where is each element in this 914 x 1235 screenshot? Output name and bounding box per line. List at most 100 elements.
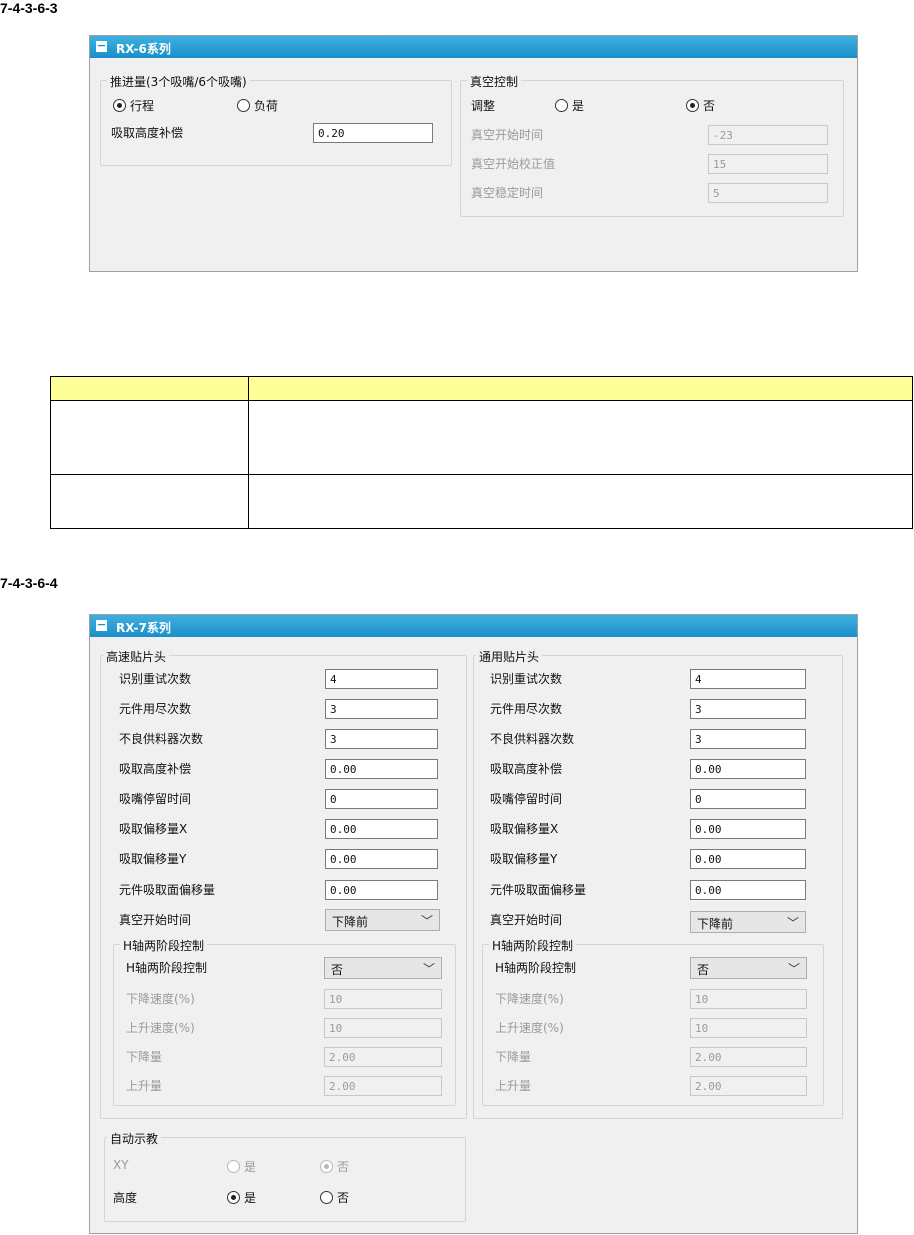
parts-empty-count-input[interactable]: 3	[690, 699, 806, 719]
vacuum-stable-time-input: 5	[708, 183, 828, 203]
h-axis-group: H轴两阶段控制 H轴两阶段控制 否 ﹀ 下降速度(%) 10 上升速度(%) 1…	[482, 937, 824, 1106]
parts-empty-count-label: 元件用尽次数	[490, 702, 563, 716]
bad-feeder-count-input[interactable]: 3	[325, 729, 438, 749]
panel-title: RX-7系列	[116, 621, 171, 635]
up-amount-label: 上升量	[126, 1079, 163, 1093]
bad-feeder-count-label: 不良供料器次数	[119, 732, 204, 746]
down-speed-input: 10	[324, 989, 442, 1009]
radio-checked-icon	[113, 99, 126, 112]
h-axis-control-label: H轴两阶段控制	[126, 961, 208, 975]
down-amount-label: 下降量	[126, 1050, 163, 1064]
up-speed-input: 10	[690, 1018, 807, 1038]
chevron-down-icon: ﹀	[787, 962, 800, 976]
auto-teach-group: 自动示教 XY 是 否 高度 是 否	[104, 1130, 466, 1222]
table-cell	[50, 400, 249, 475]
nozzle-dwell-time-label: 吸嘴停留时间	[119, 792, 192, 806]
pickup-surface-offset-input[interactable]: 0.00	[325, 880, 438, 900]
adjust-label: 调整	[471, 99, 496, 113]
down-speed-label: 下降速度(%)	[126, 992, 195, 1006]
load-radio[interactable]: 负荷	[237, 97, 278, 114]
xy-yes-radio: 是	[227, 1158, 256, 1175]
radio-unchecked-icon	[555, 99, 568, 112]
adjust-no-radio[interactable]: 否	[686, 97, 715, 114]
definition-table	[50, 376, 913, 529]
rx7-settings-panel: − RX-7系列 高速贴片头 识别重试次数 4 元件用尽次数 3 不良供料器次数…	[89, 614, 858, 1234]
adjust-yes-radio[interactable]: 是	[555, 97, 584, 114]
vacuum-start-time-label: 真空开始时间	[119, 913, 192, 927]
vacuum-control-group: 真空控制 调整 是 否 真空开始时间 -23 真空开始校正值 15 真空稳定时间…	[460, 73, 844, 217]
stroke-radio[interactable]: 行程	[113, 97, 154, 114]
section-number-2: 7-4-3-6-4	[0, 575, 58, 591]
chevron-down-icon: ﹀	[786, 916, 799, 930]
parts-empty-count-input[interactable]: 3	[325, 699, 438, 719]
radio-checked-icon	[227, 1191, 240, 1204]
h-axis-control-select[interactable]: 否 ﹀	[690, 957, 807, 979]
down-amount-label: 下降量	[495, 1050, 532, 1064]
table-row	[50, 474, 913, 529]
nozzle-dwell-time-label: 吸嘴停留时间	[490, 792, 563, 806]
retry-count-input[interactable]: 4	[325, 669, 438, 689]
pickup-offset-y-input[interactable]: 0.00	[325, 849, 438, 869]
high-speed-head-title: 高速贴片头	[103, 648, 170, 665]
auto-teach-title: 自动示教	[107, 1130, 162, 1147]
pickup-offset-x-input[interactable]: 0.00	[690, 819, 806, 839]
up-speed-label: 上升速度(%)	[126, 1021, 195, 1035]
pickup-surface-offset-label: 元件吸取面偏移量	[119, 883, 216, 897]
rx6-settings-panel: − RX-6系列 推进量(3个吸嘴/6个吸嘴) 行程 负荷 吸取高度补偿 0.2…	[89, 35, 858, 272]
collapse-icon[interactable]: −	[96, 619, 107, 631]
radio-unchecked-icon	[227, 1160, 240, 1173]
pickup-height-comp-label: 吸取高度补偿	[490, 762, 563, 776]
pickup-offset-y-label: 吸取偏移量Y	[490, 852, 558, 866]
vacuum-start-time-select[interactable]: 下降前 ﹀	[690, 911, 806, 933]
vacuum-start-correction-label: 真空开始校正值	[471, 157, 556, 171]
vacuum-start-time-select[interactable]: 下降前 ﹀	[325, 909, 440, 931]
pickup-surface-offset-input[interactable]: 0.00	[690, 880, 806, 900]
h-axis-control-label: H轴两阶段控制	[495, 961, 577, 975]
nozzle-dwell-time-input[interactable]: 0	[690, 789, 806, 809]
vacuum-start-time-label: 真空开始时间	[490, 913, 563, 927]
panel-title: RX-6系列	[116, 42, 171, 56]
panel-titlebar: − RX-6系列	[90, 36, 857, 58]
panel-titlebar: − RX-7系列	[90, 615, 857, 637]
collapse-icon[interactable]: −	[96, 40, 107, 52]
general-head-title: 通用贴片头	[476, 648, 543, 665]
radio-unchecked-icon	[237, 99, 250, 112]
retry-count-input[interactable]: 4	[690, 669, 806, 689]
table-header-cell	[50, 376, 249, 401]
table-cell	[50, 474, 249, 529]
radio-checked-icon	[320, 1160, 333, 1173]
h-axis-control-select[interactable]: 否 ﹀	[324, 957, 442, 979]
up-speed-label: 上升速度(%)	[495, 1021, 564, 1035]
bad-feeder-count-input[interactable]: 3	[690, 729, 806, 749]
up-speed-input: 10	[324, 1018, 442, 1038]
pickup-offset-x-input[interactable]: 0.00	[325, 819, 438, 839]
height-yes-radio[interactable]: 是	[227, 1189, 256, 1206]
radio-checked-icon	[686, 99, 699, 112]
h-axis-group: H轴两阶段控制 H轴两阶段控制 否 ﹀ 下降速度(%) 10 上升速度(%) 1…	[113, 937, 456, 1106]
section-number-1: 7-4-3-6-3	[0, 0, 58, 16]
table-header-row	[50, 376, 913, 401]
xy-no-radio: 否	[320, 1158, 349, 1175]
pickup-offset-x-label: 吸取偏移量X	[119, 822, 188, 836]
up-amount-input: 2.00	[690, 1076, 807, 1096]
pickup-offset-y-input[interactable]: 0.00	[690, 849, 806, 869]
vacuum-group-title: 真空控制	[467, 73, 522, 90]
table-cell	[248, 400, 913, 475]
pickup-height-comp-input[interactable]: 0.20	[313, 123, 433, 143]
table-row	[50, 400, 913, 475]
down-amount-input: 2.00	[324, 1047, 442, 1067]
nozzle-dwell-time-input[interactable]: 0	[325, 789, 438, 809]
pickup-height-comp-label: 吸取高度补偿	[119, 762, 192, 776]
vacuum-start-correction-input: 15	[708, 154, 828, 174]
table-header-cell	[248, 376, 913, 401]
down-amount-input: 2.00	[690, 1047, 807, 1067]
general-head-group: 通用贴片头 识别重试次数 4 元件用尽次数 3 不良供料器次数 3 吸取高度补偿…	[473, 648, 843, 1119]
pickup-height-comp-input[interactable]: 0.00	[690, 759, 806, 779]
height-no-radio[interactable]: 否	[320, 1189, 349, 1206]
bad-feeder-count-label: 不良供料器次数	[490, 732, 575, 746]
table-cell	[248, 474, 913, 529]
vacuum-stable-time-label: 真空稳定时间	[471, 186, 544, 200]
h-axis-group-title: H轴两阶段控制	[489, 937, 577, 954]
xy-label: XY	[113, 1158, 129, 1172]
pickup-height-comp-input[interactable]: 0.00	[325, 759, 438, 779]
